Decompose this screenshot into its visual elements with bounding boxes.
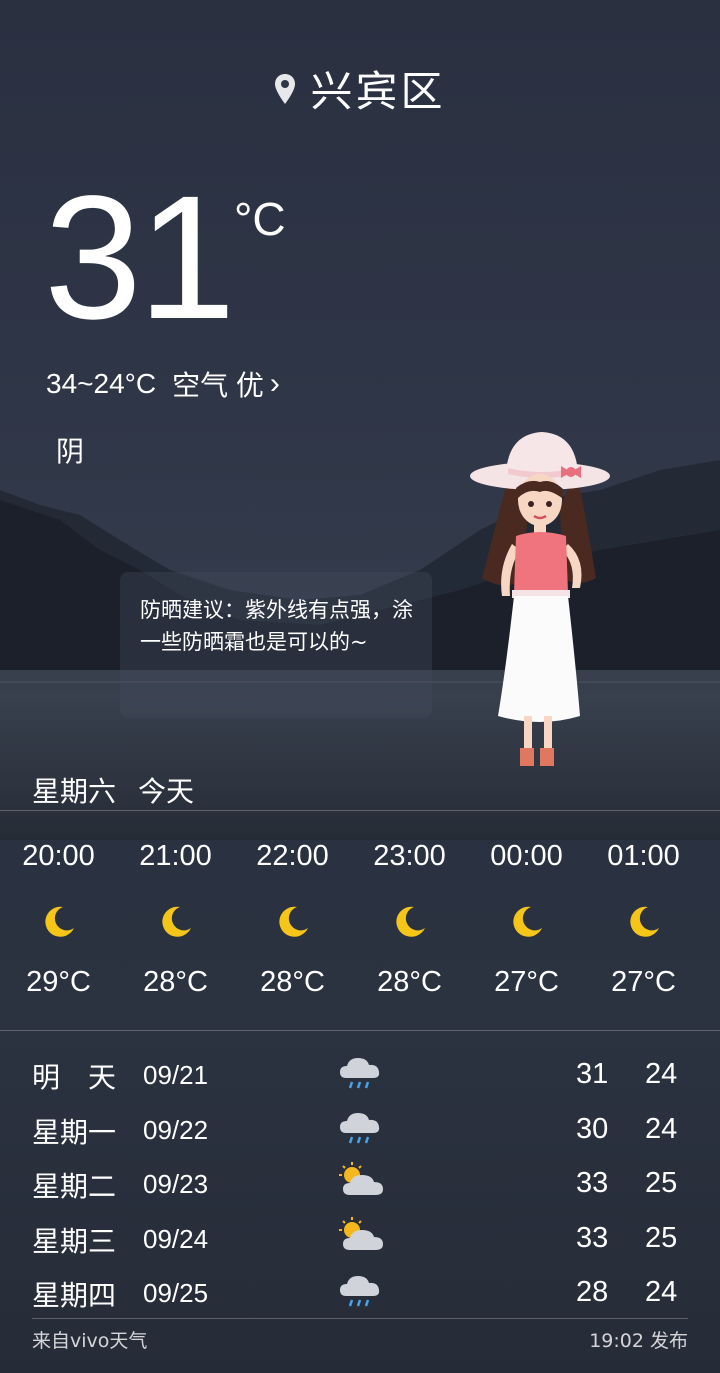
hourly-item: 21:00 28°C: [117, 840, 234, 999]
hour-time: 00:00: [490, 840, 563, 872]
moon-icon: [278, 906, 308, 937]
hour-temperature: 29°C: [26, 966, 91, 998]
hour-time: 01:00: [607, 840, 680, 872]
day-date: 09/24: [143, 1223, 209, 1254]
temperature-range: 34~24°C: [46, 368, 157, 399]
day-low: 25: [645, 1221, 678, 1254]
hour-temperature: 28°C: [143, 966, 208, 998]
day-low: 24: [645, 1058, 678, 1090]
rain-cloud-icon: [340, 1112, 380, 1143]
daily-row[interactable]: 星期三 09/24 33 25: [0, 1216, 720, 1271]
footer: 来自vivo天气 19:02 发布: [32, 1326, 688, 1353]
today-weekday: 星期六: [32, 775, 117, 808]
city-name: 兴宾区: [310, 67, 446, 116]
moon-icon: [161, 906, 191, 937]
air-quality-label: 空气 优: [172, 370, 264, 401]
daily-row[interactable]: 星期二 09/23 33 25: [0, 1161, 720, 1216]
rain-cloud-icon: [340, 1058, 380, 1089]
hour-temperature: 27°C: [494, 966, 559, 998]
day-date: 09/22: [143, 1114, 209, 1145]
weather-condition: 阴: [56, 435, 85, 468]
hour-time: 20:00: [22, 840, 95, 872]
day-name: 星期一: [32, 1115, 117, 1149]
day-high: 28: [576, 1276, 609, 1308]
day-date: 09/21: [143, 1060, 209, 1090]
moon-icon: [629, 906, 659, 937]
location-header[interactable]: 兴宾区: [0, 58, 720, 119]
hourly-item: 22:00 28°C: [234, 840, 351, 999]
daily-row[interactable]: 明 天 09/21 31 24: [0, 1052, 720, 1107]
divider: [0, 810, 720, 811]
sunscreen-tip-text: 防晒建议：紫外线有点强，涂一些防晒霜也是可以的~: [140, 598, 413, 654]
day-low: 24: [645, 1276, 678, 1308]
day-name: 明 天: [32, 1061, 117, 1094]
rain-cloud-icon: [340, 1276, 380, 1307]
daily-row[interactable]: 星期一 09/22 30 24: [0, 1107, 720, 1162]
hourly-item: 23:00 28°C: [351, 840, 468, 999]
hourly-item: 20:00 29°C: [0, 840, 117, 999]
chevron-right-icon: ›: [269, 367, 280, 400]
hour-time: 21:00: [139, 840, 212, 872]
day-high: 33: [576, 1167, 609, 1199]
day-name: 星期二: [32, 1170, 117, 1203]
temperature-unit: °C: [234, 193, 286, 245]
today-label: 今天: [138, 775, 195, 808]
hour-temperature: 28°C: [377, 966, 442, 998]
day-high: 31: [576, 1058, 609, 1090]
hourly-item: 00:00 27°C: [468, 840, 585, 999]
hour-temperature: 27°C: [611, 966, 676, 998]
temperature-range-row: 34~24°C 空气 优 ›: [46, 364, 280, 404]
day-low: 25: [645, 1167, 678, 1199]
publish-time: 19:02 发布: [589, 1330, 688, 1352]
hourly-forecast[interactable]: 20:00 29°C 21:00 28°C 22:00 28°C 23:00 2…: [0, 840, 720, 999]
source-label: 来自vivo天气: [32, 1330, 148, 1352]
hour-time: 22:00: [256, 840, 329, 872]
day-high: 30: [576, 1112, 609, 1145]
moon-icon: [395, 906, 425, 937]
day-low: 24: [645, 1112, 678, 1145]
day-name: 星期四: [32, 1279, 117, 1312]
divider: [0, 1030, 720, 1031]
divider: [32, 1318, 688, 1319]
moon-icon: [44, 906, 74, 937]
current-temperature: 31: [44, 160, 236, 356]
day-high: 33: [576, 1221, 609, 1254]
day-date: 09/23: [143, 1169, 209, 1199]
location-pin-icon: [275, 73, 296, 104]
day-name: 星期三: [32, 1224, 117, 1258]
hourly-item: 01:00 27°C: [585, 840, 702, 999]
air-quality-link[interactable]: 空气 优 ›: [172, 364, 280, 404]
moon-icon: [512, 906, 542, 937]
partly-cloudy-icon: [339, 1162, 383, 1195]
daily-forecast[interactable]: 明 天 09/21 31 24 星期一 09/22 30 24 星期二 09/2…: [0, 1052, 720, 1325]
hour-time: 23:00: [373, 840, 446, 872]
partly-cloudy-icon: [339, 1216, 383, 1250]
cartoon-girl-illustration[interactable]: [468, 428, 618, 778]
today-row: 星期六 今天: [32, 770, 194, 810]
day-date: 09/25: [143, 1278, 209, 1308]
daily-row[interactable]: 星期四 09/25 28 24: [0, 1270, 720, 1325]
hour-temperature: 28°C: [260, 966, 325, 998]
